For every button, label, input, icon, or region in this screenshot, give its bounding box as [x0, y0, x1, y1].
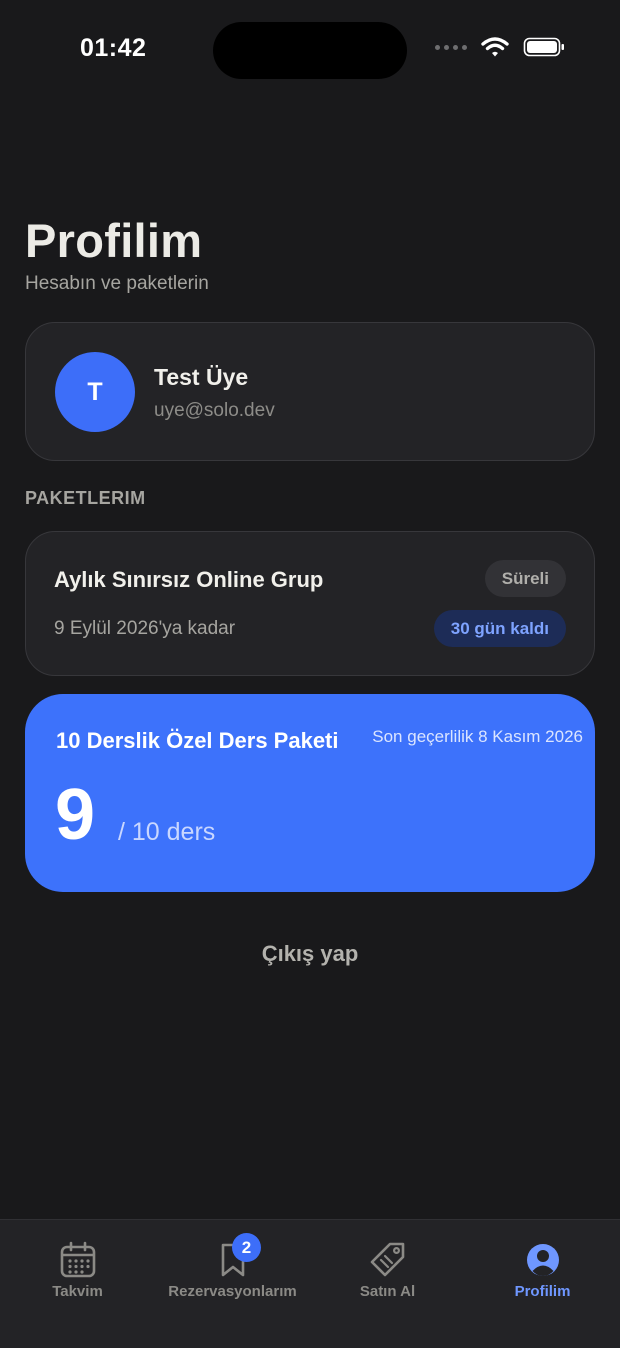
package-card[interactable]: Aylık Sınırsız Online Grup Süreli 9 Eylü… [25, 531, 595, 676]
calendar-icon [60, 1241, 95, 1278]
page-subtitle: Hesabın ve paketlerin [25, 273, 209, 294]
credit-package-validity: Son geçerlilik 8 Kasım 2026 [372, 727, 583, 746]
package-name: Aylık Sınırsız Online Grup [54, 567, 324, 592]
tab-label: Satın Al [359, 1283, 416, 1300]
logout-button[interactable]: Çıkış yap [0, 941, 620, 967]
credit-package-card[interactable]: 10 Derslik Özel Ders Paketi Son geçerlil… [25, 694, 595, 892]
tab-takvim[interactable]: Takvim [0, 1220, 155, 1348]
packages-section-label: PAKETLERIM [25, 488, 146, 508]
tag-icon [370, 1242, 404, 1277]
page-title: Profilim [25, 214, 203, 267]
battery-icon [523, 37, 564, 57]
status-time: 01:42 [80, 34, 147, 62]
tab-label: Profilim [514, 1283, 571, 1300]
wifi-icon [481, 37, 509, 57]
credit-total: / 10 ders [118, 818, 216, 846]
status-indicators [435, 36, 565, 58]
credit-remaining-count: 9 [55, 775, 96, 855]
tab-profilim[interactable]: Profilim [465, 1220, 620, 1348]
days-remaining-badge: 30 gün kaldı [433, 610, 566, 647]
tab-bar: Takvim 2 Rezervasyonlarım Satın Al Profi… [0, 1219, 620, 1348]
tab-label: Rezervasyonlarım [168, 1283, 297, 1300]
reservations-count-badge: 2 [232, 1233, 261, 1262]
avatar: T [55, 352, 135, 432]
package-expiry: 9 Eylül 2026'ya kadar [54, 618, 236, 639]
user-name: Test Üye [154, 364, 249, 390]
package-type-badge: Süreli [484, 560, 566, 597]
dynamic-island [213, 22, 407, 79]
tab-rezervasyonlarim[interactable]: 2 Rezervasyonlarım [155, 1220, 310, 1348]
profile-card: T Test Üye uye@solo.dev [25, 322, 595, 461]
signal-icon [435, 44, 467, 50]
tab-label: Takvim [52, 1283, 103, 1300]
tab-satin-al[interactable]: Satın Al [310, 1220, 465, 1348]
credit-package-name: 10 Derslik Özel Ders Paketi [56, 728, 339, 753]
user-email: uye@solo.dev [154, 400, 275, 421]
user-icon [526, 1244, 559, 1276]
profile-screen: 01:42 Profilim Hesabın ve paketlerin T T… [0, 0, 620, 1348]
